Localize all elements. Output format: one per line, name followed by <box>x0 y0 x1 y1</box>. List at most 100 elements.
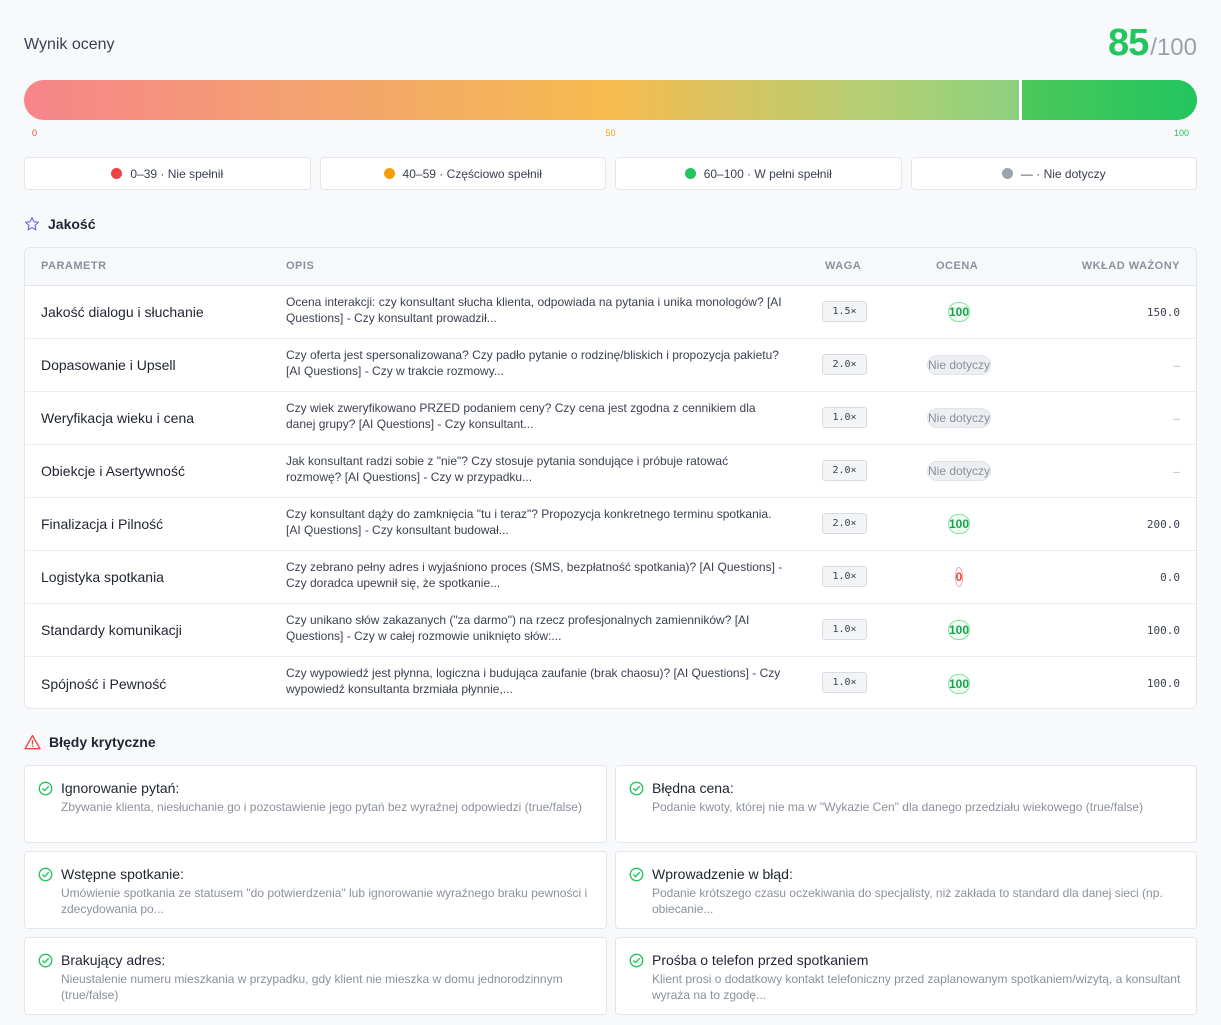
weight-badge: 1.0× <box>822 566 867 587</box>
page-title: Wynik oceny <box>24 36 115 53</box>
critical-error-description: Zbywanie klienta, niesłuchanie go i pozo… <box>61 800 582 814</box>
legend-item-fail: 0–39 · Nie spełnił <box>24 157 311 190</box>
critical-error-card: Ignorowanie pytań: Zbywanie klienta, nies… <box>24 765 607 843</box>
score-pill: 100 <box>947 673 971 694</box>
legend-dot-orange <box>383 168 395 179</box>
critical-error-title: Błędna cena: <box>652 780 734 796</box>
critical-error-card: Błędna cena: Podanie kwoty, której nie ma… <box>615 765 1197 843</box>
warning-triangle-icon <box>24 734 41 750</box>
weight-badge: 2.0× <box>822 354 867 375</box>
col-score: OCENA <box>936 260 979 272</box>
legend-dot-red <box>111 168 123 179</box>
score-header: Wynik oceny 85 /100 <box>24 22 1197 66</box>
check-circle-icon <box>38 953 53 968</box>
param-description: Jak konsultant radzi sobie z "nie"? Czy … <box>286 454 729 484</box>
param-description: Czy unikano słów zakazanych ("za darmo")… <box>286 613 750 643</box>
param-description: Czy zebrano pełny adres i wyjaśniono pro… <box>286 560 783 590</box>
param-name: Jakość dialogu i słuchanie <box>41 304 204 320</box>
weight-badge: 1.0× <box>822 407 867 428</box>
score-pill: Nie dotyczy <box>926 461 992 481</box>
score-pill: 100 <box>947 620 971 640</box>
table-row: Obiekcje i Asertywność Jak konsultant rad… <box>25 445 1196 498</box>
score-display: 85 /100 <box>1108 22 1197 65</box>
weighted-contribution: – <box>1173 358 1180 372</box>
critical-error-title: Ignorowanie pytań: <box>61 780 180 796</box>
critical-error-card: Wstępne spotkanie: Umówienie spotkania ze… <box>24 851 607 929</box>
param-description: Ocena interakcji: czy konsultant słucha … <box>286 295 782 325</box>
tick-max: 100 <box>1173 128 1189 138</box>
critical-error-title: Prośba o telefon przed spotkaniem <box>652 952 869 968</box>
weighted-contribution: 100.0 <box>1146 677 1180 690</box>
critical-error-description: Nieustalenie numeru mieszkania w przypad… <box>61 972 563 1002</box>
score-legend: 0–39 · Nie spełnił 40–59 · Częściowo spe… <box>24 157 1197 190</box>
tick-min: 0 <box>32 128 38 138</box>
table-row: Jakość dialogu i słuchanie Ocena interakc… <box>25 286 1196 339</box>
param-name: Standardy komunikacji <box>41 622 182 638</box>
critical-error-card: Wprowadzenie w błąd: Podanie krótszego cz… <box>615 851 1197 929</box>
param-description: Czy wiek zweryfikowano PRZED podaniem ce… <box>286 401 756 431</box>
legend-dot-green <box>684 168 696 179</box>
score-bar-achieved <box>1021 80 1197 120</box>
critical-error-title: Wprowadzenie w błąd: <box>652 866 793 882</box>
weighted-contribution: 0.0 <box>1160 570 1180 584</box>
table-body: Jakość dialogu i słuchanie Ocena interakc… <box>25 286 1196 708</box>
param-name: Dopasowanie i Upsell <box>41 357 176 373</box>
score-value: 85 <box>1108 22 1149 64</box>
score-pill: Nie dotyczy <box>926 355 992 375</box>
section-quality-label: Jakość <box>48 216 96 232</box>
table-row: Standardy komunikacji Czy unikano słów za… <box>25 604 1196 657</box>
table-row: Weryfikacja wieku i cena Czy wiek zweryfi… <box>25 392 1196 445</box>
critical-error-title: Brakujący adres: <box>61 952 166 968</box>
score-bar <box>24 80 1197 120</box>
score-pill: Nie dotyczy <box>926 408 992 428</box>
section-critical-label: Błędy krytyczne <box>49 734 156 750</box>
param-name: Weryfikacja wieku i cena <box>41 410 195 426</box>
legend-label: 0–39 · Nie spełnił <box>130 166 224 181</box>
weight-badge: 1.0× <box>822 619 867 640</box>
param-name: Obiekcje i Asertywność <box>41 463 185 479</box>
col-desc: OPIS <box>286 260 315 272</box>
legend-item-partial: 40–59 · Częściowo spełnił <box>319 157 606 190</box>
param-description: Czy oferta jest spersonalizowana? Czy pa… <box>286 348 779 378</box>
legend-item-na: — · Nie dotyczy <box>910 157 1197 190</box>
weighted-contribution: 200.0 <box>1146 517 1180 531</box>
param-description: Czy konsultant dąży do zamknięcia "tu i … <box>286 507 772 537</box>
section-quality-title: Jakość <box>24 216 95 232</box>
weighted-contribution: 150.0 <box>1146 305 1180 319</box>
critical-error-title: Wstępne spotkanie: <box>61 866 184 882</box>
check-circle-icon <box>629 953 644 968</box>
weighted-contribution: 100.0 <box>1146 623 1180 637</box>
check-circle-icon <box>629 867 644 882</box>
score-pill: 100 <box>947 514 971 534</box>
legend-label: 60–100 · W pełni spełnił <box>703 166 832 181</box>
critical-error-description: Podanie krótszego czasu oczekiwania do s… <box>652 886 1163 916</box>
critical-error-card: Brakujący adres: Nieustalenie numeru mies… <box>24 937 607 1015</box>
weight-badge: 1.5× <box>822 301 867 322</box>
col-contrib: WKŁAD WAŻONY <box>1081 260 1180 272</box>
param-name: Spójność i Pewność <box>41 675 167 692</box>
score-pill: 100 <box>947 302 971 322</box>
table-row: Spójność i Pewność Czy wypowiedź jest pły… <box>25 657 1196 708</box>
table-row: Finalizacja i Pilność Czy konsultant dąży… <box>25 498 1196 551</box>
legend-label: — · Nie dotyczy <box>1020 166 1106 181</box>
col-weight: WAGA <box>825 260 862 272</box>
legend-item-full: 60–100 · W pełni spełnił <box>615 157 902 190</box>
weighted-contribution: – <box>1173 464 1180 478</box>
critical-errors-grid: Ignorowanie pytań: Zbywanie klienta, nies… <box>24 765 1197 1015</box>
weight-badge: 1.0× <box>822 672 867 693</box>
table-row: Logistyka spotkania Czy zebrano pełny adr… <box>25 551 1196 604</box>
check-circle-icon <box>38 781 53 796</box>
legend-label: 40–59 · Częściowo spełnił <box>402 166 542 181</box>
critical-error-card: Prośba o telefon przed spotkaniem Klient … <box>615 937 1197 1015</box>
col-param: PARAMETR <box>41 260 107 272</box>
param-description: Czy wypowiedź jest płynna, logiczna i bu… <box>286 666 781 696</box>
score-bar-ticks: 0 50 100 <box>24 128 1197 140</box>
param-name: Logistyka spotkania <box>41 569 164 585</box>
legend-dot-gray <box>1001 168 1013 179</box>
weight-badge: 2.0× <box>822 513 867 534</box>
weighted-contribution: – <box>1173 411 1180 425</box>
check-circle-icon <box>629 781 644 796</box>
param-name: Finalizacja i Pilność <box>41 516 164 532</box>
weight-badge: 2.0× <box>822 460 867 481</box>
score-bar-marker <box>1019 80 1022 120</box>
